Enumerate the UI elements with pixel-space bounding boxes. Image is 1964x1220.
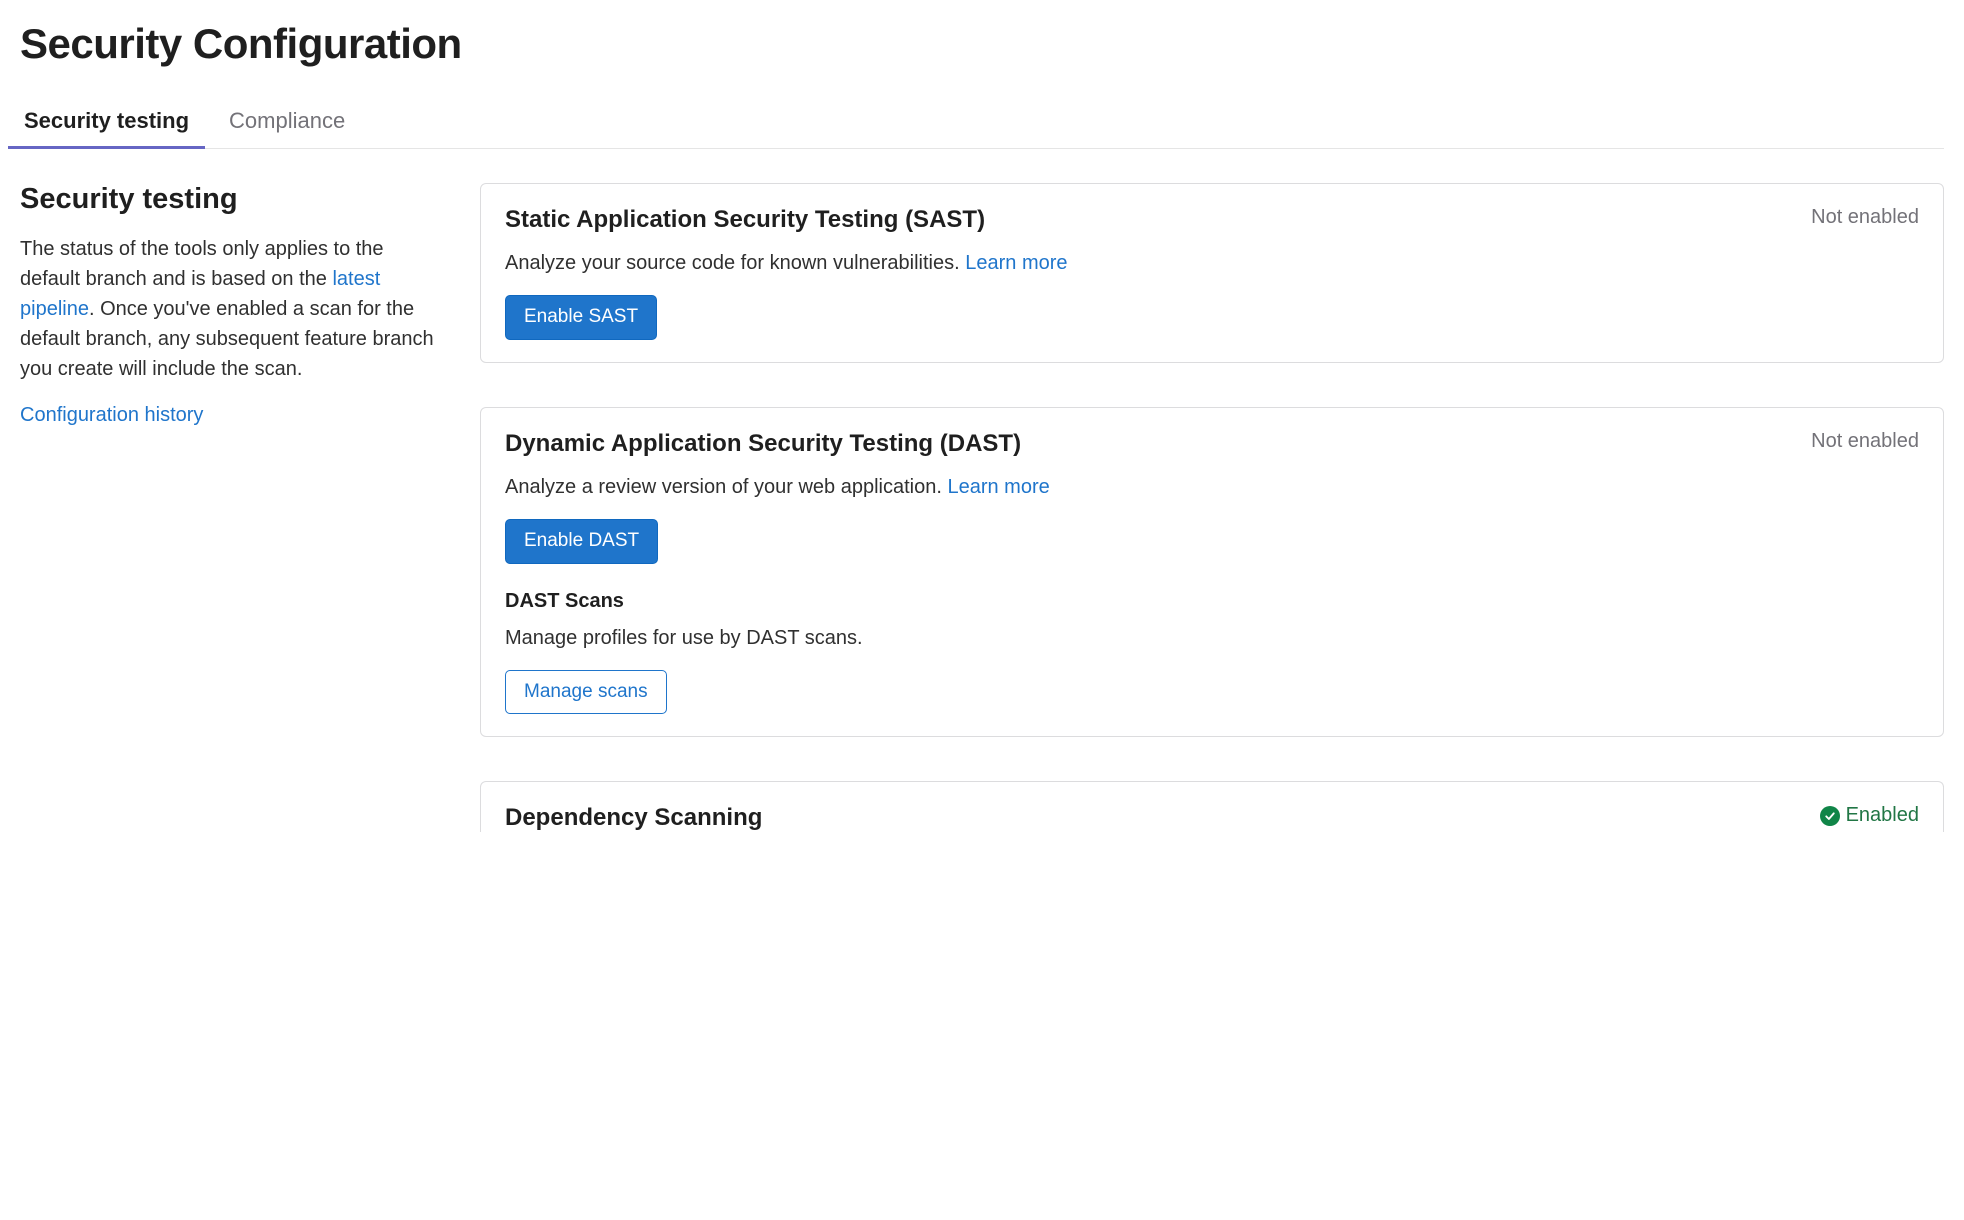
dependency-status-text: Enabled — [1846, 804, 1919, 827]
dast-title: Dynamic Application Security Testing (DA… — [505, 430, 1021, 458]
section-heading: Security testing — [20, 183, 440, 216]
dast-desc-text: Analyze a review version of your web app… — [505, 476, 947, 498]
manage-scans-button[interactable]: Manage scans — [505, 670, 667, 715]
dast-status: Not enabled — [1811, 430, 1919, 453]
page-title: Security Configuration — [20, 20, 1944, 68]
enable-sast-button[interactable]: Enable SAST — [505, 295, 657, 340]
dependency-title: Dependency Scanning — [505, 804, 762, 832]
dast-learn-more-link[interactable]: Learn more — [947, 476, 1049, 498]
sast-card: Static Application Security Testing (SAS… — [480, 183, 1944, 363]
sast-desc-text: Analyze your source code for known vulne… — [505, 252, 965, 274]
tab-security-testing[interactable]: Security testing — [20, 96, 193, 148]
configuration-history-link[interactable]: Configuration history — [20, 404, 203, 426]
dast-scans-section: DAST Scans Manage profiles for use by DA… — [505, 590, 1919, 715]
dependency-card-header: Dependency Scanning Enabled — [505, 804, 1919, 832]
tabs-container: Security testing Compliance — [20, 96, 1944, 149]
tab-compliance[interactable]: Compliance — [225, 96, 349, 148]
content-area: Security testing The status of the tools… — [20, 183, 1944, 832]
dependency-status: Enabled — [1820, 804, 1919, 827]
sast-learn-more-link[interactable]: Learn more — [965, 252, 1067, 274]
sast-description: Analyze your source code for known vulne… — [505, 252, 1919, 275]
sast-title: Static Application Security Testing (SAS… — [505, 206, 985, 234]
desc-text-1: The status of the tools only applies to … — [20, 238, 384, 290]
enable-dast-button[interactable]: Enable DAST — [505, 519, 658, 564]
sast-card-header: Static Application Security Testing (SAS… — [505, 206, 1919, 234]
dast-description: Analyze a review version of your web app… — [505, 476, 1919, 499]
dast-card: Dynamic Application Security Testing (DA… — [480, 407, 1944, 738]
dast-card-header: Dynamic Application Security Testing (DA… — [505, 430, 1919, 458]
cards-column: Static Application Security Testing (SAS… — [480, 183, 1944, 832]
check-icon — [1820, 806, 1840, 826]
section-description: The status of the tools only applies to … — [20, 234, 440, 384]
dast-scans-title: DAST Scans — [505, 590, 1919, 613]
dependency-scanning-card: Dependency Scanning Enabled — [480, 781, 1944, 832]
sast-status: Not enabled — [1811, 206, 1919, 229]
dast-scans-desc: Manage profiles for use by DAST scans. — [505, 627, 1919, 650]
sidebar: Security testing The status of the tools… — [20, 183, 440, 427]
